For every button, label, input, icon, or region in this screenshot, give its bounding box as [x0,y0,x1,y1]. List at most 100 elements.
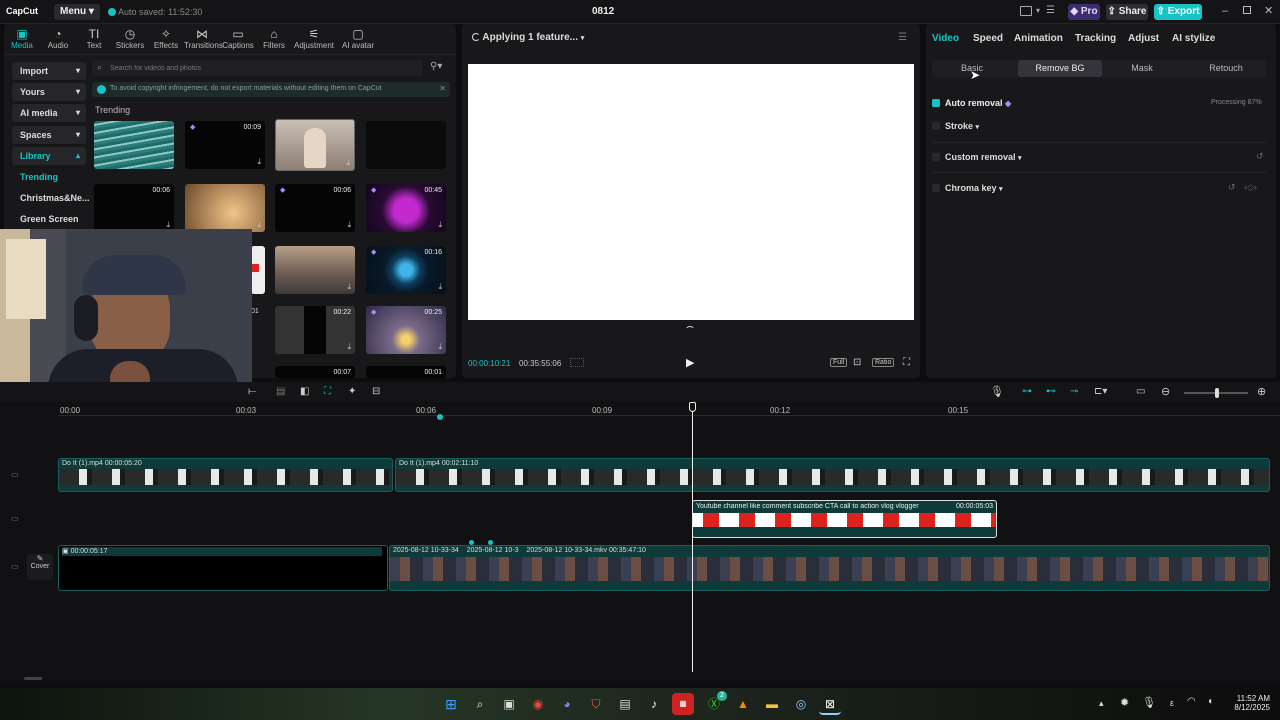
close-icon[interactable]: ✕ [1264,4,1273,17]
track-lock-icon[interactable]: ▭ [11,514,19,523]
download-icon[interactable]: ⤓ [438,282,442,292]
download-icon[interactable]: ⤓ [257,157,261,167]
discord-icon[interactable]: ◕ [556,693,578,715]
stroke-label[interactable]: Stroke ▾ [945,121,979,131]
horizontal-scrollbar[interactable] [24,677,42,680]
tool-captions[interactable]: ▭ Captions [220,27,256,51]
zoom-out-icon[interactable]: ⊖ [1161,385,1170,398]
stroke-checkbox[interactable] [932,122,940,130]
chevron-up-icon[interactable]: ▴ [1099,698,1104,709]
tool-transitions[interactable]: ⋈ Transitions [184,27,223,51]
minimize-icon[interactable]: – [1222,5,1228,17]
fit-icon[interactable]: ⊡ [853,357,861,368]
sidebar-item-christmas[interactable]: Christmas&Ne... [12,189,90,207]
tool-effects[interactable]: ✧ Effects [148,27,184,51]
close-icon[interactable]: ✕ [439,84,446,93]
tab-video[interactable]: Video [932,33,959,44]
search-input[interactable] [110,62,410,74]
preview-canvas[interactable] [468,64,914,320]
zoom-slider[interactable] [1184,388,1248,398]
tab-adjust[interactable]: Adjust [1128,33,1159,44]
media-thumbnail[interactable] [94,121,174,169]
brave-icon[interactable]: ⛉ [585,693,607,715]
sidebar-item-trending[interactable]: Trending [12,168,86,186]
snap-icon[interactable]: ⊸ [1070,386,1078,397]
reset-icon[interactable]: ↺ [1228,182,1236,193]
media-thumbnail[interactable]: ◆ 00:09 ⤓ [185,121,265,169]
link-icon[interactable]: ⊶ [1022,386,1032,397]
download-icon[interactable]: ⤓ [347,342,351,352]
volume-icon[interactable]: ◖ [1207,696,1213,707]
microphone-icon[interactable]: 🎙 [1142,696,1156,709]
tab-tracking[interactable]: Tracking [1075,33,1116,44]
export-button[interactable]: ⇧ Export [1154,4,1202,20]
media-thumbnail[interactable]: ⤓ [275,246,355,294]
playhead[interactable] [692,404,693,672]
main-clip[interactable]: ▣ 00:00:05:17 [58,545,388,591]
tool-media[interactable]: ▣ Media [4,27,40,51]
download-icon[interactable]: ⤓ [438,220,442,230]
subtab-mask[interactable]: Mask [1102,63,1182,73]
clock[interactable]: 11:52 AM 8/12/2025 [1226,694,1270,712]
magnet-icon[interactable]: ⊷ [1046,386,1056,397]
cover-button[interactable]: ✎ Cover [27,554,53,580]
file-explorer-icon[interactable]: ▬ [761,693,783,715]
vlc-icon[interactable]: ▲ [732,693,754,715]
download-icon[interactable]: ⤓ [347,220,351,230]
sidebar-item-yours[interactable]: Yours ▾ [12,83,86,101]
layout-icon[interactable] [1020,6,1032,16]
project-name[interactable]: 0812 [592,6,614,17]
app-icon[interactable]: ▦ [672,693,694,715]
marker[interactable] [437,414,443,420]
store-icon[interactable]: ▤ [614,693,636,715]
maximize-icon[interactable] [1243,6,1251,14]
marker[interactable] [488,540,493,545]
media-thumbnail[interactable]: 00:01 [366,366,446,378]
reset-icon[interactable]: ↺ [1256,151,1264,162]
search-icon[interactable]: ⌕ [469,693,491,715]
magic-icon[interactable]: ✦ [348,386,356,397]
zoom-slider-handle[interactable] [1215,388,1219,398]
subtab-retouch[interactable]: Retouch [1186,63,1266,73]
custom-removal-label[interactable]: Custom removal ▾ [945,152,1022,162]
full-button[interactable]: Full [830,358,848,367]
chevron-down-icon[interactable]: ▾ [1036,6,1040,15]
caption-icon[interactable]: ▭ [1136,386,1145,397]
filter-icon[interactable]: ⚲▾ [430,61,442,72]
download-icon[interactable]: ⤓ [347,282,351,292]
custom-removal-checkbox[interactable] [932,153,940,161]
search-bar[interactable]: ⌕ [92,60,422,76]
auto-removal-checkbox[interactable] [932,99,940,107]
tab-speed[interactable]: Speed [973,33,1003,44]
media-thumbnail[interactable]: ⤓ [275,119,355,171]
timecode-icon[interactable] [570,358,584,367]
media-thumbnail[interactable]: ◆ 00:16 ⤓ [366,246,446,294]
steam-icon[interactable]: ◎ [790,693,812,715]
microphone-icon[interactable]: 🎙 [990,385,1004,398]
task-view-icon[interactable]: ▣ [498,693,520,715]
media-thumbnail[interactable] [366,121,446,169]
track-lock-icon[interactable]: ▭ [11,470,19,479]
split-left-icon[interactable]: ⟝ [248,386,256,397]
media-thumbnail[interactable]: ⤓ [185,184,265,232]
media-thumbnail[interactable]: ◆ 00:25 ⤓ [366,306,446,354]
menu-button[interactable]: Menu ▾ [54,4,100,20]
language-icon[interactable]: ε [1170,698,1174,708]
media-thumbnail[interactable]: 00:22 ⤓ [275,306,355,354]
ratio-button[interactable]: Ratio [872,358,895,367]
download-icon[interactable]: ⤓ [346,158,350,168]
mirror-icon[interactable]: ◧ [300,386,309,397]
chroma-key-label[interactable]: Chroma key ▾ [945,183,1003,193]
crop-icon[interactable]: ⊟ [372,386,380,397]
zoom-in-icon[interactable]: ⊕ [1257,385,1266,398]
tool-stickers[interactable]: ◷ Stickers [112,27,148,51]
tool-audio[interactable]: ◔ Audio [40,27,76,51]
tool-adjustment[interactable]: ⚟ Adjustment [292,27,336,51]
brightness-icon[interactable]: ✹ [1120,696,1129,709]
playhead-handle[interactable] [689,402,696,412]
sidebar-item-import[interactable]: Import ▾ [12,62,86,80]
track-lock-icon[interactable]: ▭ [11,562,19,571]
preview-axis-icon[interactable]: ⊏▾ [1094,386,1107,397]
wifi-icon[interactable]: ◠ [1187,696,1196,707]
tool-text[interactable]: TI Text [76,27,112,51]
